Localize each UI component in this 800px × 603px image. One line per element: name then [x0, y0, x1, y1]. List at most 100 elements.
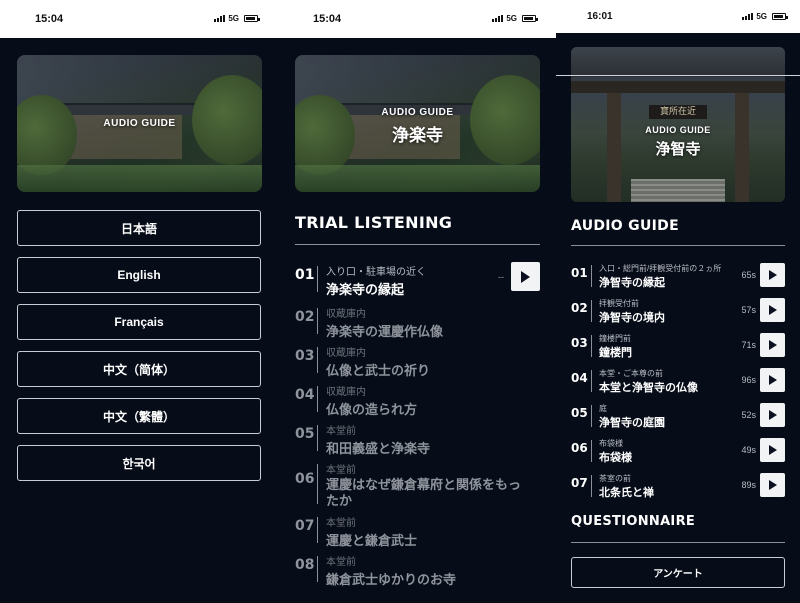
play-icon: [768, 340, 777, 350]
track-location: 鐘楼門前: [599, 334, 631, 343]
play-icon: [521, 270, 530, 283]
track-number: 05: [571, 406, 588, 420]
track-text: 入り口・駐車場の近く 浄楽寺の縁起: [326, 263, 426, 298]
track-item[interactable]: 01 入り口・駐車場の近く 浄楽寺の縁起: [295, 263, 505, 298]
hero-label: AUDIO GUIDE 浄楽寺: [295, 107, 540, 146]
gate-plaque: 寶所在近: [649, 105, 707, 119]
track-text: 収蔵庫内 仏像の造られ方: [326, 383, 417, 418]
track-title: 鎌倉武士ゆかりのお寺: [326, 572, 457, 587]
hero-subtitle: AUDIO GUIDE: [645, 125, 711, 135]
track-divider: [591, 475, 592, 497]
track-text: 本堂前 和田義盛と浄楽寺: [326, 422, 430, 457]
hero-subtitle: AUDIO GUIDE: [103, 118, 176, 129]
temple-name: 浄楽寺: [392, 126, 443, 145]
track-divider: [317, 517, 318, 543]
language-button-japanese[interactable]: 日本語: [17, 210, 261, 246]
track-item[interactable]: 03 鐘楼門前 鐘楼門: [571, 333, 741, 360]
track-number: 04: [571, 371, 588, 385]
status-right: 5G: [742, 12, 788, 21]
track-item[interactable]: 07 本堂前 運慶と鎌倉武士: [295, 514, 540, 549]
hero-overlay-line: [556, 75, 800, 76]
track-title: 本堂と浄智寺の仏像: [599, 382, 698, 394]
network-label: 5G: [756, 12, 767, 21]
battery-icon: [522, 15, 538, 22]
track-text: 収蔵庫内 仏像と武士の祈り: [326, 344, 430, 379]
track-title: 浄楽寺の運慶作仏像: [326, 324, 444, 339]
play-icon: [768, 410, 777, 420]
status-time: 15:04: [313, 13, 342, 25]
track-divider: [317, 425, 318, 451]
track-text: 本堂前 鎌倉武士ゆかりのお寺: [326, 553, 456, 588]
track-divider: [591, 300, 592, 322]
track-number: 01: [295, 267, 315, 283]
track-title: 運慶はなぜ鎌倉幕府と関係をもったか: [326, 477, 522, 508]
track-location: 本堂前: [326, 518, 356, 529]
signal-icon: [492, 15, 504, 22]
track-location: 庭: [599, 404, 607, 413]
track-number: 07: [571, 476, 588, 490]
gate-beam: [571, 81, 785, 93]
status-bar: 15:04 5G: [278, 0, 556, 38]
status-bar: 16:01 5G: [556, 0, 800, 33]
play-icon: [768, 445, 777, 455]
track-text: 鐘楼門前 鐘楼門: [599, 333, 632, 360]
track-title: 仏像の造られ方: [326, 402, 418, 417]
screen-audio-guide: 16:01 5G 寶所在近 AUDIO GUIDE 浄智寺 AUDIO GUID…: [556, 0, 800, 603]
track-title: 北条氏と禅: [599, 487, 654, 499]
track-item[interactable]: 06 本堂前 運慶はなぜ鎌倉幕府と関係をもったか: [295, 461, 540, 509]
hero-image: 寶所在近 AUDIO GUIDE 浄智寺: [571, 47, 785, 202]
play-button[interactable]: [511, 262, 540, 291]
track-duration: --: [498, 272, 504, 282]
track-duration: 89s: [741, 480, 756, 490]
section-title: AUDIO GUIDE: [571, 218, 679, 234]
track-title: 浄智寺の庭園: [599, 417, 665, 429]
track-title: 鐘楼門: [599, 347, 632, 359]
play-button[interactable]: [760, 473, 785, 497]
track-item[interactable]: 04 収蔵庫内 仏像の造られ方: [295, 383, 540, 418]
track-text: 本堂・ご本尊の前 本堂と浄智寺の仏像: [599, 368, 698, 395]
status-time: 15:04: [35, 13, 64, 25]
track-duration: 52s: [741, 410, 756, 420]
track-title: 仏像と武士の祈り: [326, 363, 431, 378]
track-divider: [317, 266, 318, 292]
play-button[interactable]: [760, 333, 785, 357]
track-duration: 57s: [741, 305, 756, 315]
track-location: 布袋様: [599, 439, 623, 448]
hero-label: AUDIO GUIDE 浄智寺: [571, 125, 785, 159]
track-item[interactable]: 02 収蔵庫内 浄楽寺の運慶作仏像: [295, 305, 540, 340]
track-title: 布袋様: [599, 452, 632, 464]
section-divider: [571, 542, 785, 543]
track-item[interactable]: 02 拝観受付前 浄智寺の境内: [571, 298, 741, 325]
track-item[interactable]: 04 本堂・ご本尊の前 本堂と浄智寺の仏像: [571, 368, 741, 395]
language-button-french[interactable]: Français: [17, 304, 261, 340]
language-button-korean[interactable]: 한국어: [17, 445, 261, 481]
track-location: 本堂前: [326, 557, 356, 568]
play-button[interactable]: [760, 298, 785, 322]
language-button-chinese-traditional[interactable]: 中文（繁體）: [17, 398, 261, 434]
track-duration: 96s: [741, 375, 756, 385]
track-location: 入り口・駐車場の近く: [326, 267, 426, 278]
play-button[interactable]: [760, 438, 785, 462]
track-item[interactable]: 06 布袋様 布袋様: [571, 438, 741, 465]
play-icon: [768, 480, 777, 490]
play-button[interactable]: [760, 263, 785, 287]
play-button[interactable]: [760, 368, 785, 392]
track-item[interactable]: 03 収蔵庫内 仏像と武士の祈り: [295, 344, 540, 379]
play-button[interactable]: [760, 403, 785, 427]
language-button-chinese-simplified[interactable]: 中文（简体）: [17, 351, 261, 387]
track-item[interactable]: 07 茶室の前 北条氏と禅: [571, 473, 741, 500]
language-button-english[interactable]: English: [17, 257, 261, 293]
lawn: [295, 165, 540, 192]
track-item[interactable]: 05 本堂前 和田義盛と浄楽寺: [295, 422, 540, 457]
section-divider: [295, 244, 540, 245]
track-item[interactable]: 01 入口・総門前/拝観受付前の２ヵ所 浄智寺の縁起: [571, 263, 741, 290]
survey-button[interactable]: アンケート: [571, 557, 785, 588]
track-item[interactable]: 05 庭 浄智寺の庭園: [571, 403, 741, 430]
track-divider: [591, 440, 592, 462]
track-item[interactable]: 08 本堂前 鎌倉武士ゆかりのお寺: [295, 553, 540, 588]
track-title: 運慶と鎌倉武士: [326, 533, 418, 548]
lawn: [17, 165, 262, 192]
track-duration: 49s: [741, 445, 756, 455]
hero-subtitle: AUDIO GUIDE: [381, 107, 454, 118]
track-text: 入口・総門前/拝観受付前の２ヵ所 浄智寺の縁起: [599, 263, 721, 290]
